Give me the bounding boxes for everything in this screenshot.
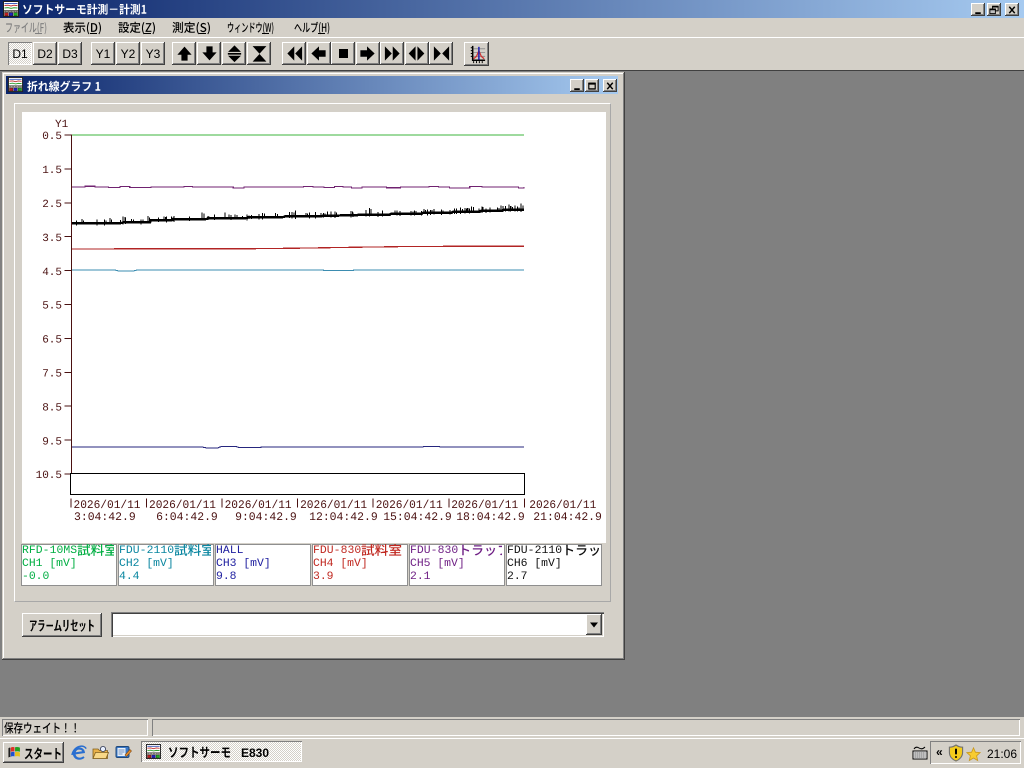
svg-text:Y1: Y1 [55, 119, 69, 131]
svg-text:7.5: 7.5 [42, 369, 62, 381]
svg-text:2026/01/11: 2026/01/11 [376, 499, 443, 512]
svg-text:3.5: 3.5 [42, 233, 62, 245]
svg-text:5.5: 5.5 [42, 301, 62, 313]
svg-text:2026/01/11: 2026/01/11 [300, 499, 367, 512]
svg-text:6:04:42.9: 6:04:42.9 [156, 511, 218, 524]
svg-text:2026/01/11: 2026/01/11 [529, 499, 596, 512]
svg-text:21:04:42.9: 21:04:42.9 [533, 511, 602, 524]
svg-text:8.5: 8.5 [42, 402, 62, 414]
svg-text:2026/01/11: 2026/01/11 [451, 499, 518, 512]
svg-text:3:04:42.9: 3:04:42.9 [74, 511, 136, 524]
svg-text:10.5: 10.5 [36, 470, 62, 482]
svg-text:9:04:42.9: 9:04:42.9 [235, 511, 297, 524]
svg-text:9.5: 9.5 [42, 436, 62, 448]
svg-text:6.5: 6.5 [42, 335, 62, 347]
svg-text:15:04:42.9: 15:04:42.9 [383, 511, 452, 524]
svg-text:2.5: 2.5 [42, 199, 62, 211]
svg-text:2026/01/11: 2026/01/11 [225, 499, 292, 512]
svg-text:18:04:42.9: 18:04:42.9 [456, 511, 525, 524]
svg-text:2026/01/11: 2026/01/11 [149, 499, 216, 512]
svg-text:12:04:42.9: 12:04:42.9 [309, 511, 378, 524]
svg-text:0.5: 0.5 [42, 131, 62, 143]
svg-text:2026/01/11: 2026/01/11 [74, 499, 141, 512]
svg-text:4.5: 4.5 [42, 267, 62, 279]
svg-text:1.5: 1.5 [42, 165, 62, 177]
